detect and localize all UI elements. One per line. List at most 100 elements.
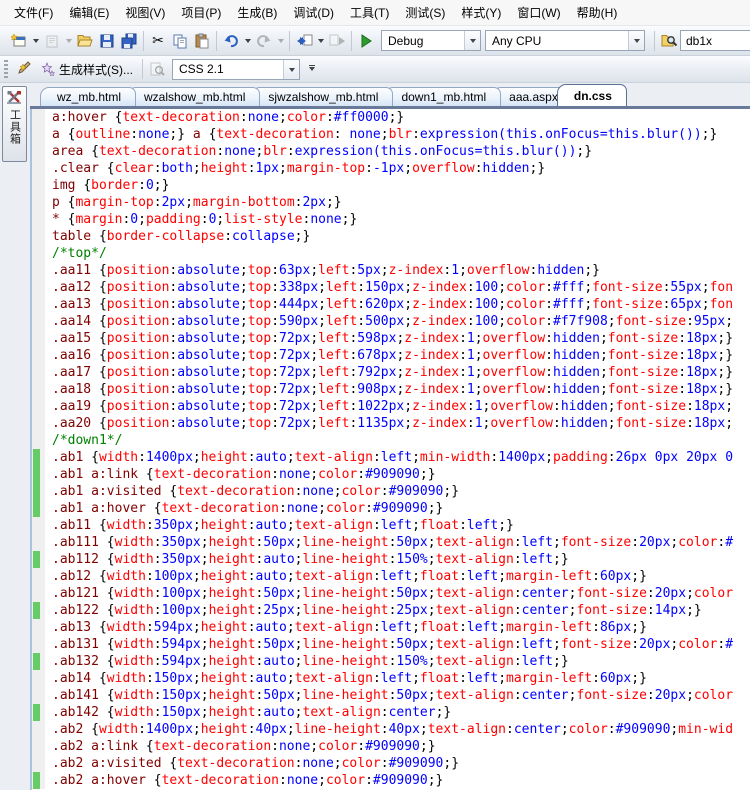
menu-item-2[interactable]: 视图(V) xyxy=(117,0,173,25)
code-line-1[interactable]: a:hover {text-decoration:none;color:#ff0… xyxy=(32,109,750,126)
menu-item-4[interactable]: 生成(B) xyxy=(229,0,285,25)
redo-icon xyxy=(256,33,272,49)
redo-dropdown[interactable] xyxy=(275,30,286,52)
save-all-button[interactable] xyxy=(118,30,140,52)
menu-item-7[interactable]: 测试(S) xyxy=(397,0,453,25)
find-in-files-button[interactable] xyxy=(658,30,680,52)
solution-config-combo[interactable]: Debug xyxy=(381,30,481,51)
tab-wz_mb.html[interactable]: wz_mb.html xyxy=(40,87,136,107)
css-code-editor[interactable]: a:hover {text-decoration:none;color:#ff0… xyxy=(30,109,750,790)
code-line-40[interactable]: .ab2 a:hover {text-decoration:none;color… xyxy=(32,772,750,789)
menu-item-6[interactable]: 工具(T) xyxy=(342,0,397,25)
chevron-down-icon[interactable] xyxy=(464,31,480,50)
menu-item-9[interactable]: 窗口(W) xyxy=(509,0,568,25)
add-item-icon xyxy=(44,33,60,49)
code-line-29[interactable]: .ab121 {width:100px;height:50px;line-hei… xyxy=(32,585,750,602)
code-line-25[interactable]: .ab11 {width:350px;height:auto;text-alig… xyxy=(32,517,750,534)
code-line-4[interactable]: .clear {clear:both;height:1px;margin-top… xyxy=(32,160,750,177)
code-line-22[interactable]: .ab1 a:link {text-decoration:none;color:… xyxy=(32,466,750,483)
navigate-backward-button[interactable] xyxy=(293,30,315,52)
code-line-3[interactable]: area {text-decoration:none;blr:expressio… xyxy=(32,143,750,160)
code-line-15[interactable]: .aa16 {position:absolute;top:72px;left:6… xyxy=(32,347,750,364)
save-all-icon xyxy=(121,33,138,49)
toolbar-separator xyxy=(351,31,352,51)
code-line-27[interactable]: .ab112 {width:350px;height:auto;line-hei… xyxy=(32,551,750,568)
toolbar-grip[interactable] xyxy=(4,60,8,78)
menu-bar: 文件(F)编辑(E)视图(V)项目(P)生成(B)调试(D)工具(T)测试(S)… xyxy=(0,0,750,26)
code-line-14[interactable]: .aa15 {position:absolute;top:72px;left:5… xyxy=(32,330,750,347)
code-line-35[interactable]: .ab141 {width:150px;height:50px;line-hei… xyxy=(32,687,750,704)
add-item-dropdown[interactable] xyxy=(63,30,74,52)
code-line-11[interactable]: .aa12 {position:absolute;top:338px;left:… xyxy=(32,279,750,296)
undo-button[interactable] xyxy=(220,30,242,52)
code-line-32[interactable]: .ab131 {width:594px;height:50px;line-hei… xyxy=(32,636,750,653)
tab-sjwzalshow_mb.html[interactable]: sjwzalshow_mb.html xyxy=(251,87,393,107)
navigate-backward-dropdown[interactable] xyxy=(315,30,326,52)
code-line-37[interactable]: .ab2 {width:1400px;height:40px;line-heig… xyxy=(32,721,750,738)
code-line-31[interactable]: .ab13 {width:594px;height:auto;text-alig… xyxy=(32,619,750,636)
code-line-26[interactable]: .ab111 {width:350px;height:50px;line-hei… xyxy=(32,534,750,551)
cut-button[interactable]: ✂ xyxy=(147,30,169,52)
start-debug-button[interactable] xyxy=(355,30,377,52)
code-line-24[interactable]: .ab1 a:hover {text-decoration:none;color… xyxy=(32,500,750,517)
new-style-button[interactable] xyxy=(12,58,34,80)
code-line-36[interactable]: .ab142 {width:150px;height:auto;text-ali… xyxy=(32,704,750,721)
build-style-label: 生成样式(S)... xyxy=(59,61,133,78)
copy-button[interactable] xyxy=(169,30,191,52)
add-item-button[interactable] xyxy=(41,30,63,52)
code-line-19[interactable]: .aa20 {position:absolute;top:72px;left:1… xyxy=(32,415,750,432)
tab-down1_mb.html[interactable]: down1_mb.html xyxy=(384,87,501,107)
code-line-20[interactable]: /*down1*/ xyxy=(32,432,750,449)
new-project-icon xyxy=(11,33,27,49)
code-line-33[interactable]: .ab132 {width:594px;height:auto;line-hei… xyxy=(32,653,750,670)
redo-button[interactable] xyxy=(253,30,275,52)
standard-toolbar: ✂ xyxy=(0,26,750,56)
paste-button[interactable] xyxy=(191,30,213,52)
code-line-28[interactable]: .ab12 {width:100px;height:auto;text-alig… xyxy=(32,568,750,585)
check-style-button[interactable] xyxy=(146,58,168,80)
code-line-16[interactable]: .aa17 {position:absolute;top:72px;left:7… xyxy=(32,364,750,381)
code-line-13[interactable]: .aa14 {position:absolute;top:590px;left:… xyxy=(32,313,750,330)
chevron-down-icon[interactable] xyxy=(628,31,644,50)
undo-dropdown[interactable] xyxy=(242,30,253,52)
code-line-10[interactable]: .aa11 {position:absolute;top:63px;left:5… xyxy=(32,262,750,279)
menu-item-5[interactable]: 调试(D) xyxy=(285,0,342,25)
menu-item-3[interactable]: 项目(P) xyxy=(173,0,229,25)
code-line-23[interactable]: .ab1 a:visited {text-decoration:none;col… xyxy=(32,483,750,500)
tab-dn.css[interactable]: dn.css xyxy=(557,84,627,107)
menu-item-0[interactable]: 文件(F) xyxy=(6,0,61,25)
menu-item-8[interactable]: 样式(Y) xyxy=(453,0,509,25)
new-project-button[interactable] xyxy=(8,30,30,52)
code-line-6[interactable]: p {margin-top:2px;margin-bottom:2px;} xyxy=(32,194,750,211)
toolbar-overflow-button[interactable] xyxy=(306,58,318,80)
code-line-8[interactable]: table {border-collapse:collapse;} xyxy=(32,228,750,245)
open-file-button[interactable] xyxy=(74,30,96,52)
code-line-34[interactable]: .ab14 {width:150px;height:auto;text-alig… xyxy=(32,670,750,687)
new-project-dropdown[interactable] xyxy=(30,30,41,52)
save-button[interactable] xyxy=(96,30,118,52)
menu-item-1[interactable]: 编辑(E) xyxy=(61,0,117,25)
menu-item-10[interactable]: 帮助(H) xyxy=(569,0,626,25)
build-style-icon xyxy=(40,62,55,77)
toolbar-separator xyxy=(289,31,290,51)
navigate-backward-icon xyxy=(296,33,313,49)
code-line-39[interactable]: .ab2 a:visited {text-decoration:none;col… xyxy=(32,755,750,772)
platform-combo[interactable]: Any CPU xyxy=(485,30,645,51)
chevron-down-icon[interactable] xyxy=(283,60,299,79)
navigate-forward-button[interactable] xyxy=(326,30,348,52)
code-line-18[interactable]: .aa19 {position:absolute;top:72px;left:1… xyxy=(32,398,750,415)
code-line-21[interactable]: .ab1 {width:1400px;height:auto;text-alig… xyxy=(32,449,750,466)
code-line-9[interactable]: /*top*/ xyxy=(32,245,750,262)
code-line-17[interactable]: .aa18 {position:absolute;top:72px;left:9… xyxy=(32,381,750,398)
tab-wzalshow_mb.html[interactable]: wzalshow_mb.html xyxy=(127,87,260,107)
code-line-38[interactable]: .ab2 a:link {text-decoration:none;color:… xyxy=(32,738,750,755)
code-line-7[interactable]: * {margin:0;padding:0;list-style:none;} xyxy=(32,211,750,228)
code-line-5[interactable]: img {border:0;} xyxy=(32,177,750,194)
code-line-30[interactable]: .ab122 {width:100px;height:25px;line-hei… xyxy=(32,602,750,619)
new-style-icon xyxy=(15,61,31,77)
find-combo-input[interactable] xyxy=(680,30,750,51)
css-version-combo[interactable]: CSS 2.1 xyxy=(172,59,300,80)
code-line-12[interactable]: .aa13 {position:absolute;top:444px;left:… xyxy=(32,296,750,313)
build-style-button[interactable]: 生成样式(S)... xyxy=(34,58,139,80)
code-line-2[interactable]: a {outline:none;} a {text-decoration: no… xyxy=(32,126,750,143)
